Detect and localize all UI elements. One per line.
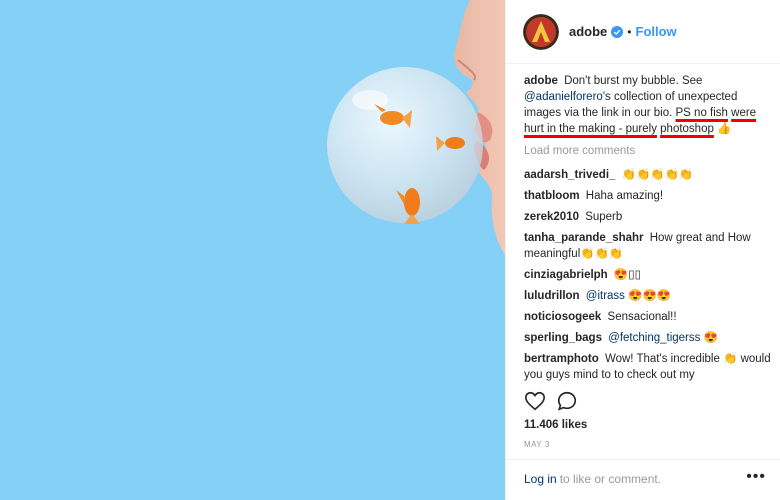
comment-item: zerek2010 Superb: [524, 209, 774, 225]
caption-text-1: Don't burst my bubble. See: [564, 75, 703, 87]
separator-dot: •: [627, 24, 632, 39]
comment-username[interactable]: noticiosogeek: [524, 311, 601, 323]
comment-mention[interactable]: @itrass: [586, 290, 625, 302]
comment-username[interactable]: thatbloom: [524, 190, 580, 202]
likes-count[interactable]: 11.406 likes: [524, 419, 587, 431]
comment-username[interactable]: sperling_bags: [524, 332, 602, 344]
caption-highlight-1: PS no fish: [675, 107, 728, 119]
divider: [506, 459, 780, 460]
post-photo[interactable]: [0, 0, 505, 500]
comment-mention[interactable]: @fetching_tigerss: [608, 332, 700, 344]
verified-badge-icon: [611, 25, 624, 38]
bubble-photo-illustration: [327, 0, 505, 255]
caption-username[interactable]: adobe: [524, 75, 558, 87]
comment-username[interactable]: luludrillon: [524, 290, 580, 302]
comment-username[interactable]: cinziagabrielph: [524, 269, 608, 281]
comment-text: 😍▯▯: [613, 269, 641, 281]
caption-mention[interactable]: @adanielforero: [524, 91, 603, 103]
post-header: adobe • Follow: [506, 0, 780, 64]
comment-username[interactable]: tanha_parande_shahr: [524, 232, 644, 244]
caption: adobe Don't burst my bubble. See @adanie…: [524, 73, 774, 137]
comment-item: luludrillon @itrass 😍😍😍: [524, 288, 774, 304]
login-link[interactable]: Log in: [524, 472, 557, 486]
comment-text: Superb: [585, 211, 623, 223]
post-actions: [524, 390, 578, 412]
comment-text: Sensacional!!: [607, 311, 677, 323]
comment-item: thatbloom Haha amazing!: [524, 188, 774, 204]
comment-item: noticiosogeek Sensacional!!: [524, 309, 774, 325]
heart-icon[interactable]: [524, 390, 546, 412]
comments-list[interactable]: adobe Don't burst my bubble. See @adanie…: [524, 73, 774, 385]
comment-username[interactable]: zerek2010: [524, 211, 579, 223]
comment-item: bertramphoto Wow! That's incredible 👏 wo…: [524, 351, 774, 383]
login-row: Log in to like or comment.: [524, 472, 769, 486]
follow-button[interactable]: Follow: [636, 24, 677, 39]
comment-text: 😍😍😍: [628, 290, 672, 302]
more-options-icon[interactable]: •••: [746, 468, 766, 486]
comment-item: cinziagabrielph 😍▯▯: [524, 267, 774, 283]
caption-highlight-3: photoshop: [660, 123, 714, 135]
comment-text: Haha amazing!: [585, 190, 664, 202]
post-side-panel: adobe • Follow adobe Don't burst my bubb…: [505, 0, 780, 500]
comment-username[interactable]: aadarsh_trivedi_: [524, 169, 615, 181]
comment-username[interactable]: bertramphoto: [524, 353, 599, 365]
comment-item: tanha_parande_shahr How great and How me…: [524, 230, 774, 262]
comment-icon[interactable]: [556, 390, 578, 412]
login-text: to like or comment.: [559, 472, 662, 486]
header-username[interactable]: adobe: [569, 24, 607, 39]
comment-text: 😍: [703, 332, 718, 344]
comment-item: aadarsh_trivedi_ 👏👏👏👏👏: [524, 167, 774, 183]
comment-item: sperling_bags @fetching_tigerss 😍: [524, 330, 774, 346]
comment-text: 👏👏👏👏👏: [621, 169, 694, 181]
caption-emoji: 👍: [717, 123, 732, 135]
avatar[interactable]: [523, 13, 559, 50]
post-date[interactable]: MAY 3: [524, 440, 550, 449]
load-more-comments-button[interactable]: Load more comments: [524, 143, 774, 159]
